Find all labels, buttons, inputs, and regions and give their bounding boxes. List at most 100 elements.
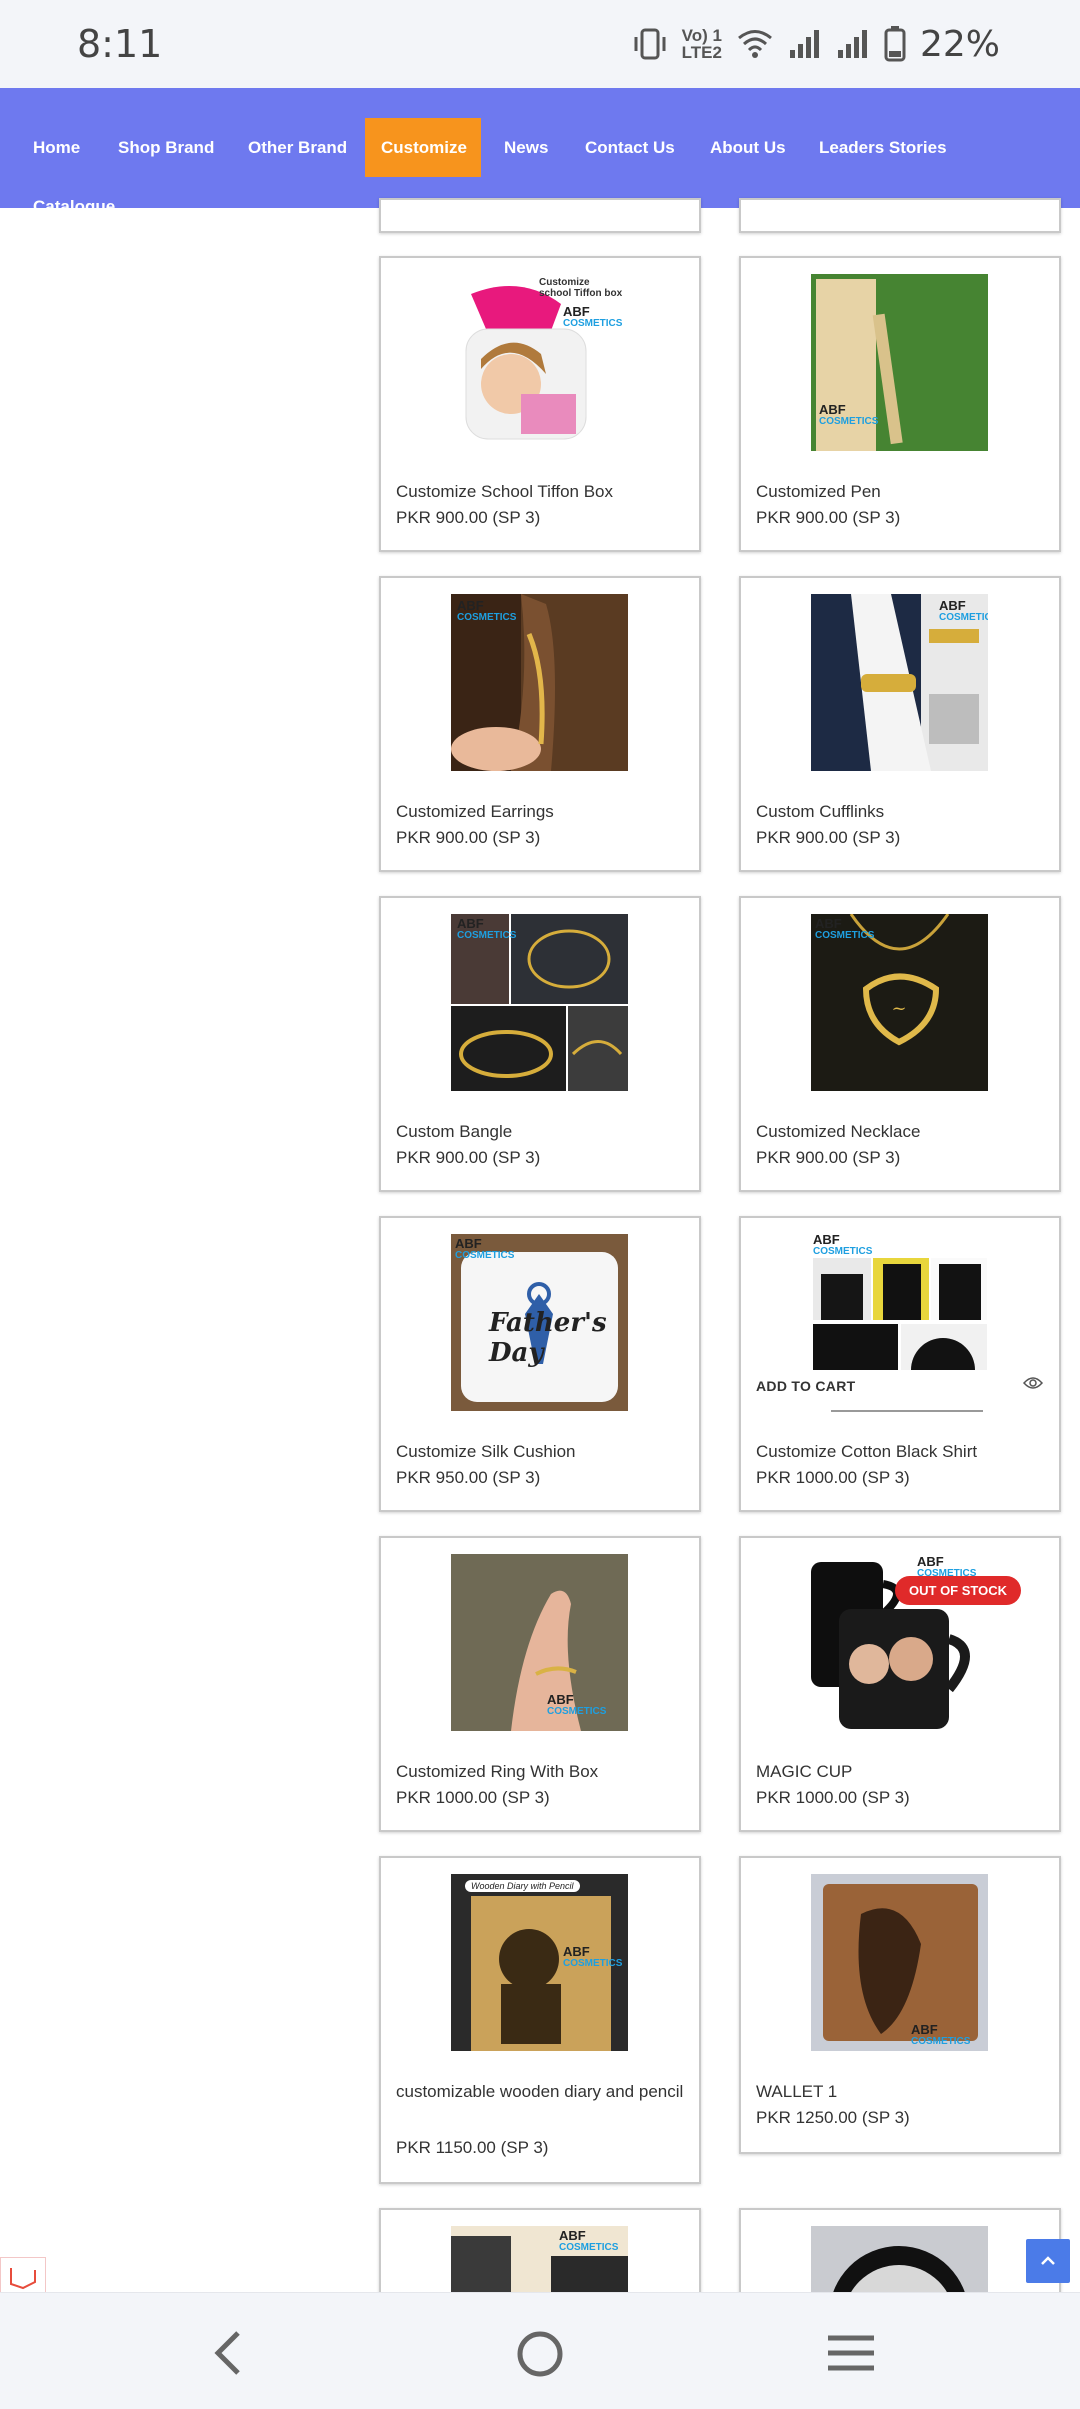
main-nav: Home Shop Brand Other Brand Customize Ne… — [0, 88, 1080, 216]
product-image[interactable]: ~ ABF COSMETICS — [811, 914, 988, 1091]
product-card[interactable]: Father's Day ABF COSMETICS Customize Silk… — [379, 1216, 701, 1512]
home-circle-icon[interactable] — [515, 2329, 565, 2379]
wifi-icon — [738, 30, 772, 58]
product-name[interactable]: Custom Cufflinks — [756, 797, 1046, 827]
image-caption: Wooden Diary with Pencil — [465, 1880, 580, 1892]
out-of-stock-badge: OUT OF STOCK — [895, 1576, 1021, 1605]
product-image[interactable]: ABFCOSMETICS — [451, 2226, 628, 2296]
product-price: PKR 900.00 (SP 3) — [756, 508, 901, 527]
back-icon[interactable] — [210, 2329, 246, 2377]
chevron-up-icon — [1041, 2256, 1055, 2265]
product-price: PKR 900.00 (SP 3) — [396, 1148, 541, 1167]
menu-icon[interactable] — [826, 2333, 876, 2373]
product-price: PKR 900.00 (SP 3) — [396, 508, 541, 527]
nav-shop-brand[interactable]: Shop Brand — [102, 118, 230, 177]
brand-logo: ABFCOSMETICS — [563, 1944, 623, 1969]
product-image[interactable]: ABFCOSMETICS — [451, 594, 628, 771]
nav-catalogue[interactable]: Catalogue — [17, 177, 131, 236]
product-name[interactable]: Customized Ring With Box — [396, 1757, 686, 1787]
product-price: PKR 900.00 (SP 3) — [396, 828, 541, 847]
network-type: Vo) 1 LTE2 — [681, 26, 722, 62]
product-card[interactable]: Wooden Diary with Pencil ABF COSMETICS cu… — [379, 1856, 701, 2184]
brand-logo: ABFCOSMETICS — [559, 2228, 619, 2253]
product-card[interactable]: ABF COSMETICS Customized Ring With Box PK… — [379, 1536, 701, 1832]
product-card[interactable]: ~ ABF COSMETICS Customized Necklace PKR 9… — [739, 896, 1061, 1192]
add-to-cart-button[interactable]: ADD TO CART — [756, 1378, 855, 1394]
brand-logo: ABFCOSMETICS — [457, 598, 517, 623]
product-name[interactable]: Customized Pen — [756, 477, 1046, 507]
status-bar: 8:11 Vo) 1 LTE2 22% — [0, 0, 1080, 88]
product-card[interactable]: ABF COSMETICS Customized Earrings PKR 900… — [379, 576, 701, 872]
brand-logo: ABFCOSMETICS — [939, 598, 988, 623]
product-name[interactable]: Customize Cotton Black Shirt — [756, 1437, 1046, 1467]
product-image[interactable]: ABFCOSMETICS — [451, 914, 628, 1091]
product-price: PKR 950.00 (SP 3) — [396, 1468, 541, 1487]
product-card-partial[interactable] — [739, 2208, 1061, 2298]
product-name[interactable]: customizable wooden diary and pencil — [396, 2077, 686, 2107]
product-price: PKR 1000.00 (SP 3) — [756, 1788, 910, 1807]
brand-logo: ABFCOSMETICS — [455, 1236, 515, 1261]
battery-percent: 22% — [919, 23, 1000, 65]
vibrate-icon — [634, 28, 666, 60]
product-image[interactable]: Customize school Tiffon box ABF COSMETICS — [451, 274, 628, 451]
brand-logo: ABFCOSMETICS — [911, 2022, 971, 2047]
nav-customize[interactable]: Customize — [365, 118, 481, 177]
product-name[interactable]: Customized Earrings — [396, 797, 686, 827]
product-price: PKR 1250.00 (SP 3) — [756, 2108, 910, 2127]
product-image[interactable] — [811, 2226, 988, 2296]
system-nav-bar — [0, 2292, 1080, 2409]
nav-about-us[interactable]: About Us — [694, 118, 802, 177]
brand-logo: ABFCOSMETICS — [547, 1692, 607, 1717]
product-image[interactable]: ABFCOSMETICS — [811, 274, 988, 451]
product-card[interactable]: ABF COSMETICS ADD TO CART Customize Cotto… — [739, 1216, 1061, 1512]
product-name[interactable]: Custom Bangle — [396, 1117, 686, 1147]
brand-logo: ABFCOSMETICS — [813, 1234, 873, 1257]
product-image[interactable]: ABFCOSMETICS — [451, 1554, 628, 1731]
product-card-partial[interactable] — [379, 198, 701, 233]
product-card[interactable]: ABF COSMETICS Custom Bangle PKR 900.00 (S… — [379, 896, 701, 1192]
product-name[interactable]: Customized Necklace — [756, 1117, 1046, 1147]
scroll-to-top-button[interactable] — [1026, 2239, 1070, 2283]
brand-logo: ABFCOSMETICS — [563, 304, 623, 329]
laravel-badge-icon[interactable] — [0, 2257, 46, 2295]
signal-icon-2 — [837, 30, 867, 58]
product-price: PKR 900.00 (SP 3) — [756, 1148, 901, 1167]
image-caption: Customize school Tiffon box — [539, 277, 623, 299]
product-card[interactable]: ABF COSMETICS WALLET 1 PKR 1250.00 (SP 3) — [739, 1856, 1061, 2154]
brand-logo: ABFCOSMETICS — [819, 402, 879, 427]
product-image[interactable]: Wooden Diary with Pencil ABF COSMETICS — [451, 1874, 628, 2051]
signal-icon — [789, 30, 819, 58]
brand-logo: ABFCOSMETICS — [815, 916, 875, 941]
svg-text:~: ~ — [891, 998, 906, 1019]
image-caption: Father's Day — [489, 1308, 607, 1368]
quick-view-eye-icon[interactable] — [1023, 1376, 1043, 1390]
product-card[interactable]: Customize school Tiffon box ABF COSMETICS… — [379, 256, 701, 552]
product-image[interactable]: ABFCOSMETICS — [811, 594, 988, 771]
product-card[interactable]: ABF COSMETICS Customized Pen PKR 900.00 (… — [739, 256, 1061, 552]
product-image[interactable]: Father's Day ABF COSMETICS — [451, 1234, 628, 1411]
divider — [831, 1410, 983, 1412]
nav-leaders-stories[interactable]: Leaders Stories — [803, 118, 963, 177]
battery-icon — [884, 26, 906, 62]
product-price: PKR 1150.00 (SP 3) — [396, 2138, 549, 2157]
brand-logo: ABFCOSMETICS — [457, 916, 517, 941]
status-time: 8:11 — [77, 22, 163, 66]
nav-other-brand[interactable]: Other Brand — [232, 118, 363, 177]
status-icons: Vo) 1 LTE2 22% — [632, 20, 1000, 68]
product-name[interactable]: Customize Silk Cushion — [396, 1437, 686, 1467]
product-price: PKR 1000.00 (SP 3) — [396, 1788, 550, 1807]
product-card[interactable]: ABF COSMETICS OUT OF STOCK MAGIC CUP PKR … — [739, 1536, 1061, 1832]
nav-contact-us[interactable]: Contact Us — [569, 118, 691, 177]
product-image[interactable]: ABFCOSMETICS — [811, 1234, 988, 1370]
product-card-partial[interactable]: ABF COSMETICS — [379, 2208, 701, 2298]
product-price: PKR 1000.00 (SP 3) — [756, 1468, 910, 1487]
product-card[interactable]: ABFCOSMETICS Custom Cufflinks PKR 900.00… — [739, 576, 1061, 872]
product-card-partial[interactable] — [739, 198, 1061, 233]
product-name[interactable]: Customize School Tiffon Box — [396, 477, 686, 507]
nav-home[interactable]: Home — [17, 118, 96, 177]
product-name[interactable]: WALLET 1 — [756, 2077, 1046, 2107]
product-image[interactable]: ABFCOSMETICS — [811, 1874, 988, 2051]
product-price: PKR 900.00 (SP 3) — [756, 828, 901, 847]
product-name[interactable]: MAGIC CUP — [756, 1757, 1046, 1787]
nav-news[interactable]: News — [488, 118, 564, 177]
